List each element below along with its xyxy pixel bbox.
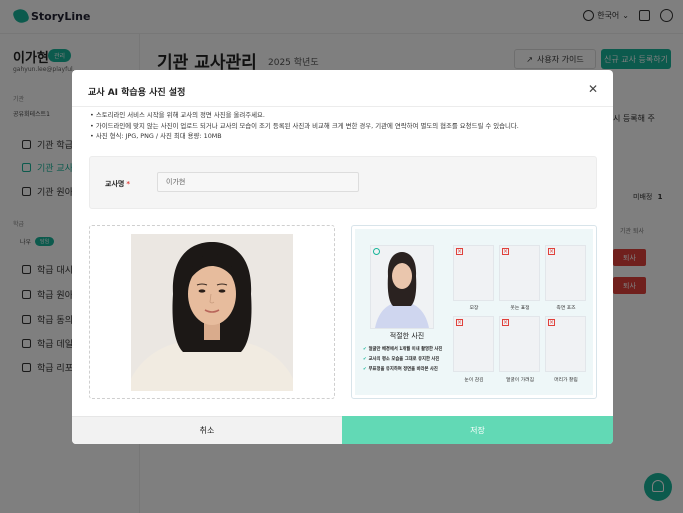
teacher-name-label: 교사명 * [105, 179, 130, 189]
guide-note: 스토리라인 서비스 시작을 위해 교사의 정면 사진을 올려주세요. [90, 110, 600, 121]
required-mark: * [126, 180, 130, 188]
good-example-photo [370, 245, 434, 329]
good-example-title: 적절한 사진 [389, 332, 425, 340]
bad-example-photo: × [499, 316, 540, 372]
teacher-name-input[interactable] [157, 172, 359, 192]
divider [72, 106, 613, 107]
good-example-portrait [375, 252, 429, 328]
label-text: 교사명 [105, 180, 125, 188]
x-icon: × [548, 319, 555, 326]
x-icon: × [456, 248, 463, 255]
x-icon: × [502, 319, 509, 326]
bad-example-label: 얼굴이 가려짐 [505, 378, 534, 383]
check-icon: ✔ [363, 367, 367, 372]
save-button[interactable]: 저장 [342, 416, 613, 444]
teacher-photo [131, 234, 293, 391]
bad-example-label: 눈이 감김 [464, 378, 484, 383]
modal-title: 교사 AI 학습용 사진 설정 [88, 88, 186, 98]
portrait-illustration [131, 234, 293, 391]
check-icon [373, 248, 380, 255]
photo-guide-panel: 적절한 사진 ✔ 얼굴만 배경에서 1개월 이내 촬영한 사진 ✔ 교사의 평소 모… [351, 225, 597, 399]
bad-example-photo: × [453, 245, 494, 301]
photo-setting-modal: 교사 AI 학습용 사진 설정 ✕ 스토리라인 서비스 시작을 위해 교사의 정… [72, 70, 613, 444]
bad-example-label: 측면 포즈 [556, 306, 576, 311]
bad-example-photo: × [499, 245, 540, 301]
guide-notes: 스토리라인 서비스 시작을 위해 교사의 정면 사진을 올려주세요. 가이드라인… [90, 110, 600, 142]
good-point-text: 교사의 평소 모습을 그대로 유지한 사진 [368, 357, 440, 362]
bad-example-label: 머리가 잘림 [554, 378, 578, 383]
bad-example-photo: × [545, 245, 586, 301]
x-icon: × [548, 248, 555, 255]
guide-illustration: 적절한 사진 ✔ 얼굴만 배경에서 1개월 이내 촬영한 사진 ✔ 교사의 평소 모… [355, 229, 593, 395]
good-point-text: 무표정을 유지하며 정면을 바라본 사진 [368, 367, 438, 372]
bad-example-photo: × [545, 316, 586, 372]
bad-example-label: 웃는 표정 [510, 306, 530, 311]
bad-example-photo: × [453, 316, 494, 372]
x-icon: × [456, 319, 463, 326]
cancel-button[interactable]: 취소 [72, 416, 342, 444]
bad-example-label: 모장 [469, 306, 479, 311]
teacher-form: 교사명 * [89, 156, 597, 209]
x-icon: × [502, 248, 509, 255]
guide-note: 사진 형식: JPG, PNG / 사진 최대 용량: 10MB [90, 131, 600, 142]
check-icon: ✔ [363, 357, 367, 362]
good-point-text: 얼굴만 배경에서 1개월 이내 촬영한 사진 [368, 347, 443, 352]
photo-upload-area[interactable] [89, 225, 335, 399]
close-icon[interactable]: ✕ [586, 82, 600, 96]
guide-note: 가이드라인에 맞지 않는 사진이 업로드 되거나 교사의 모습이 조기 등록된 … [90, 121, 600, 132]
check-icon: ✔ [363, 347, 367, 352]
